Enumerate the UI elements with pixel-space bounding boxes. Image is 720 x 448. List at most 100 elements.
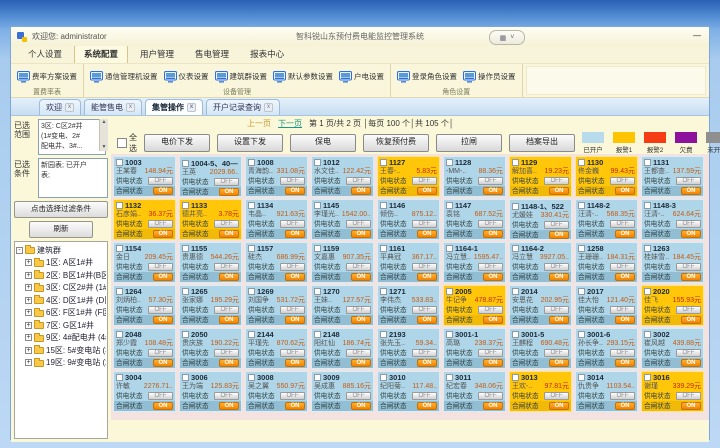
supply-off-button[interactable]: OFF xyxy=(412,220,437,228)
action-button[interactable]: 电价下发 xyxy=(144,134,210,152)
meter-card[interactable]: 1003 王某春 148.94元 供电状态 OFF 合闸状态 xyxy=(113,156,176,197)
switch-on-button[interactable]: ON xyxy=(681,230,701,238)
meter-card[interactable]: 1148-2 汪清-.. 568.35元 供电状态 OFF xyxy=(575,199,638,240)
card-checkbox[interactable] xyxy=(248,245,255,252)
card-checkbox[interactable] xyxy=(578,288,585,295)
switch-on-button[interactable]: ON xyxy=(219,316,239,324)
supply-off-button[interactable]: OFF xyxy=(610,220,635,228)
document-tab[interactable]: 欢迎 x xyxy=(39,99,81,115)
supply-off-button[interactable]: OFF xyxy=(148,177,173,185)
switch-on-button[interactable]: ON xyxy=(681,316,701,324)
card-checkbox[interactable] xyxy=(512,245,519,252)
meter-card[interactable]: 1148-3 汪清-.. 624.64元 供电状态 OFF xyxy=(641,199,704,240)
switch-on-button[interactable]: ON xyxy=(417,187,437,195)
meter-card[interactable]: 1263 桂妹雪.. 184.45元 供电状态 OFF 合闸 xyxy=(641,242,704,283)
tree-item[interactable]: + 1区: A区1#井 xyxy=(25,257,106,270)
ribbon-button[interactable]: 费率方案设置 xyxy=(14,69,80,85)
select-all-checkbox[interactable] xyxy=(117,138,127,148)
supply-off-button[interactable]: OFF xyxy=(214,392,239,400)
ribbon-button[interactable]: 通信管理机设置 xyxy=(87,69,161,85)
switch-on-button[interactable]: ON xyxy=(153,273,173,281)
meter-card[interactable]: 1147 袁铭 687.52元 供电状态 OFF 合闸状态 xyxy=(443,199,506,240)
switch-on-button[interactable]: ON xyxy=(483,230,503,238)
supply-off-button[interactable]: OFF xyxy=(478,263,503,271)
card-checkbox[interactable] xyxy=(182,202,189,209)
supply-off-button[interactable]: OFF xyxy=(214,220,239,228)
card-checkbox[interactable] xyxy=(182,288,189,295)
supply-off-button[interactable]: OFF xyxy=(676,392,701,400)
meter-card[interactable]: 1129 解加喜.. 19.23元 供电状态 OFF 合闸状 xyxy=(509,156,572,197)
meter-card[interactable]: 1265 张家娜 195.29元 供电状态 OFF 合闸状态 xyxy=(179,285,242,326)
switch-on-button[interactable]: ON xyxy=(417,402,437,410)
tree-expand-icon[interactable]: + xyxy=(25,309,32,316)
selected-range-listbox[interactable]: 3区: C区2#井 (1#变电、2# 配电井、3#... xyxy=(38,119,106,155)
card-checkbox[interactable] xyxy=(314,202,321,209)
supply-off-button[interactable]: OFF xyxy=(412,349,437,357)
supply-off-button[interactable]: OFF xyxy=(214,349,239,357)
card-checkbox[interactable] xyxy=(644,245,651,252)
card-checkbox[interactable] xyxy=(446,202,453,209)
meter-card[interactable]: 2048 郑少霞 108.48元 供电状态 OFF 合闸状态 xyxy=(113,328,176,369)
meter-card[interactable]: 1269 刘国争 531.72元 供电状态 OFF 合闸状态 xyxy=(245,285,308,326)
switch-on-button[interactable]: ON xyxy=(681,273,701,281)
meter-card[interactable]: 1012 水文佳.. 122.42元 供电状态 OFF 合闸 xyxy=(311,156,374,197)
switch-on-button[interactable]: ON xyxy=(153,230,173,238)
meter-card[interactable]: 2014 安恩花 202.95元 供电状态 OFF 合闸状态 xyxy=(509,285,572,326)
switch-on-button[interactable]: ON xyxy=(615,187,635,195)
supply-off-button[interactable]: OFF xyxy=(280,220,305,228)
supply-off-button[interactable]: OFF xyxy=(544,392,569,400)
menu-tab[interactable]: 个人设置 xyxy=(19,46,71,63)
switch-on-button[interactable]: ON xyxy=(549,402,569,410)
switch-on-button[interactable]: ON xyxy=(681,402,701,410)
supply-off-button[interactable]: OFF xyxy=(148,263,173,271)
card-checkbox[interactable] xyxy=(644,202,651,209)
tree-root[interactable]: - 建筑群 xyxy=(16,244,106,257)
switch-on-button[interactable]: ON xyxy=(681,187,701,195)
meter-card[interactable]: 1133 德井亮.. 3.78元 供电状态 OFF 合闸状态 xyxy=(179,199,242,240)
switch-on-button[interactable]: ON xyxy=(219,359,239,367)
supply-off-button[interactable]: OFF xyxy=(412,392,437,400)
switch-on-button[interactable]: ON xyxy=(351,402,371,410)
meter-card[interactable]: 3010 纪阳菊.. 117.48.. 供电状态 OFF 合 xyxy=(377,371,440,412)
supply-off-button[interactable]: OFF xyxy=(676,263,701,271)
switch-on-button[interactable]: ON xyxy=(153,359,173,367)
meter-card[interactable]: 1130 佟金巍 99.43元 供电状态 OFF 合闸状态 xyxy=(575,156,638,197)
ribbon-button[interactable]: 户电设置 xyxy=(336,69,387,85)
switch-on-button[interactable]: ON xyxy=(351,230,371,238)
filter-select-button[interactable]: 点击选择过滤条件 xyxy=(14,201,108,218)
tree-item[interactable]: + 7区: G区1#井 xyxy=(25,319,106,332)
supply-off-button[interactable]: OFF xyxy=(544,263,569,271)
action-button[interactable]: 拉闸 xyxy=(436,134,502,152)
supply-off-button[interactable]: OFF xyxy=(676,306,701,314)
supply-off-button[interactable]: OFF xyxy=(412,263,437,271)
card-checkbox[interactable] xyxy=(314,245,321,252)
supply-off-button[interactable]: OFF xyxy=(148,392,173,400)
supply-off-button[interactable]: OFF xyxy=(478,220,503,228)
supply-off-button[interactable]: OFF xyxy=(610,177,635,185)
card-checkbox[interactable] xyxy=(512,374,519,381)
supply-off-button[interactable]: OFF xyxy=(148,306,173,314)
supply-off-button[interactable]: OFF xyxy=(346,349,371,357)
card-checkbox[interactable] xyxy=(446,331,453,338)
card-checkbox[interactable] xyxy=(116,159,123,166)
meter-card[interactable]: 1134 韦晶.. 921.63元 供电状态 OFF 合闸状 xyxy=(245,199,308,240)
ribbon-button[interactable]: 操作员设置 xyxy=(460,69,519,85)
card-checkbox[interactable] xyxy=(644,331,651,338)
switch-on-button[interactable]: ON xyxy=(549,316,569,324)
meter-card[interactable]: 3001-1 高璐 238.37元 供电状态 OFF 合闸状 xyxy=(443,328,506,369)
switch-on-button[interactable]: ON xyxy=(549,231,569,239)
supply-off-button[interactable]: OFF xyxy=(676,177,701,185)
ribbon-toggle-pill[interactable]: ▦ ˅ xyxy=(489,30,525,45)
switch-on-button[interactable]: ON xyxy=(483,359,503,367)
minimize-button[interactable]: — xyxy=(691,32,703,40)
card-checkbox[interactable] xyxy=(314,288,321,295)
supply-off-button[interactable]: OFF xyxy=(412,306,437,314)
tree-item[interactable]: + 6区: F区1#井 (F区 xyxy=(25,307,106,320)
card-checkbox[interactable] xyxy=(512,331,519,338)
action-button[interactable]: 设置下发 xyxy=(217,134,283,152)
card-checkbox[interactable] xyxy=(116,331,123,338)
supply-off-button[interactable]: OFF xyxy=(478,392,503,400)
card-checkbox[interactable] xyxy=(578,202,585,209)
card-checkbox[interactable] xyxy=(446,374,453,381)
meter-card[interactable]: 3004 许敏 2276.71.. 供电状态 OFF 合闸状 xyxy=(113,371,176,412)
